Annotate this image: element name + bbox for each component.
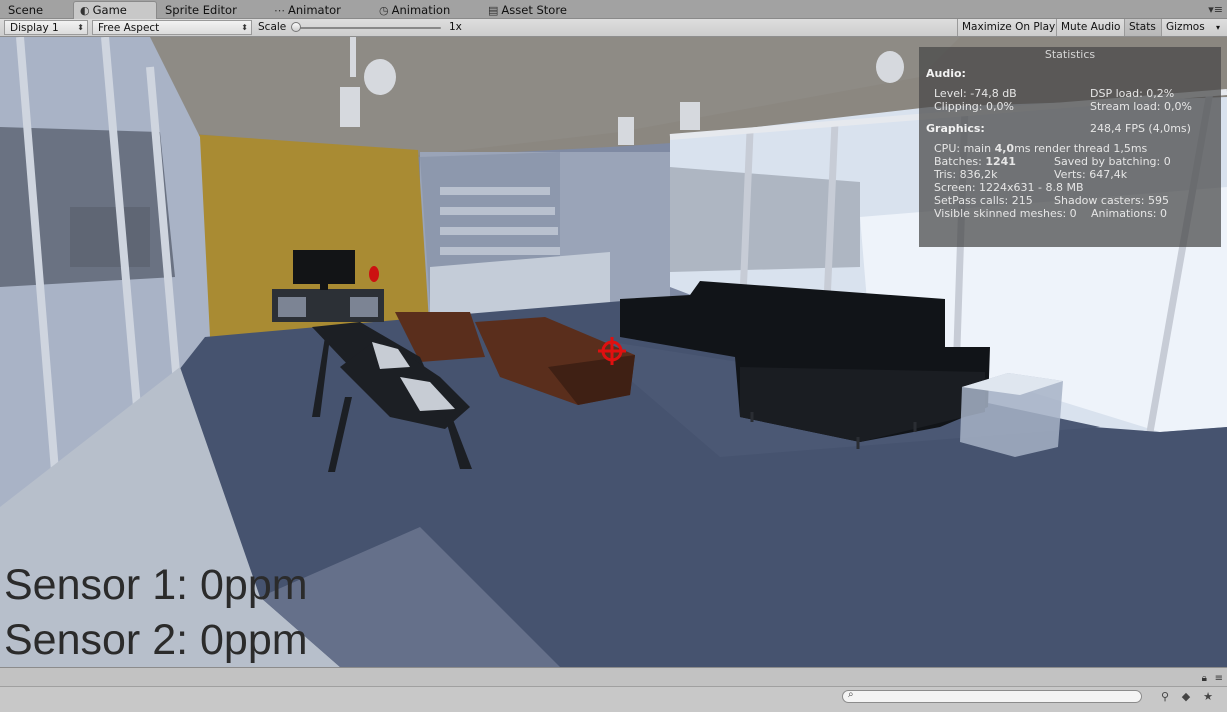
maximize-on-play-button[interactable]: Maximize On Play bbox=[957, 19, 1056, 36]
tab-animator[interactable]: ⋯ Animator bbox=[268, 2, 347, 18]
game-icon: ◐ bbox=[80, 4, 90, 17]
fps-readout: 248,4 FPS (4,0ms) bbox=[1090, 122, 1191, 135]
graphics-header: Graphics: bbox=[926, 122, 985, 135]
statistics-overlay: Statistics Audio: Level: -74,8 dB DSP lo… bbox=[919, 47, 1221, 247]
mute-audio-button[interactable]: Mute Audio bbox=[1056, 19, 1124, 36]
cpu-suffix: ms render thread 1,5ms bbox=[1014, 142, 1148, 155]
tab-animator-label: Animator bbox=[288, 3, 341, 17]
maximize-on-play-label: Maximize On Play bbox=[962, 21, 1056, 33]
editor-tab-bar: Scene ◐ Game Sprite Editor ⋯ Animator ◷ Ani… bbox=[0, 0, 1227, 19]
audio-level: Level: -74,8 dB bbox=[934, 87, 1017, 100]
mute-audio-label: Mute Audio bbox=[1061, 21, 1121, 33]
lock-icon[interactable]: 🔒︎ bbox=[1202, 673, 1207, 684]
gizmos-label: Gizmos bbox=[1166, 21, 1205, 33]
tab-menu-icon[interactable]: ▾≡ bbox=[1208, 3, 1223, 16]
tab-animation-label: Animation bbox=[391, 3, 451, 17]
aspect-dropdown[interactable]: Free Aspect ⬍ bbox=[92, 20, 252, 35]
asset-store-icon: ▤ bbox=[488, 4, 499, 17]
stream-load: Stream load: 0,0% bbox=[1090, 100, 1192, 113]
tab-sprite-editor-label: Sprite Editor bbox=[165, 3, 237, 17]
shadow-casters: Shadow casters: 595 bbox=[1054, 194, 1169, 207]
scale-slider-track[interactable] bbox=[295, 27, 441, 29]
tab-sprite-editor[interactable]: Sprite Editor bbox=[159, 2, 243, 18]
sensor-2-readout: Sensor 2: 0ppm bbox=[4, 616, 308, 664]
animations-count: Animations: 0 bbox=[1091, 207, 1168, 220]
tab-game[interactable]: ◐ Game bbox=[73, 1, 157, 19]
cpu-main-value: 4,0 bbox=[994, 142, 1015, 155]
favorites-star-icon[interactable]: ★ bbox=[1200, 689, 1216, 705]
tab-game-label: Game bbox=[92, 3, 127, 17]
filter-by-type-icon[interactable]: ⚲ bbox=[1157, 689, 1173, 705]
dropdown-arrow-icon: ⬍ bbox=[77, 23, 84, 32]
setpass-calls: SetPass calls: 215 bbox=[934, 194, 1033, 207]
batches-value: 1241 bbox=[985, 155, 1016, 168]
display-dropdown-label: Display 1 bbox=[10, 22, 59, 34]
search-icon: ⌕ bbox=[848, 689, 854, 700]
game-viewport[interactable]: Statistics Audio: Level: -74,8 dB DSP lo… bbox=[0, 37, 1227, 667]
filter-by-label-icon[interactable]: ◆ bbox=[1178, 689, 1194, 705]
aspect-dropdown-label: Free Aspect bbox=[98, 22, 160, 34]
lower-panel-header: 🔒︎ ≡ bbox=[0, 667, 1227, 687]
animator-icon: ⋯ bbox=[274, 4, 285, 17]
stats-button[interactable]: Stats bbox=[1124, 19, 1161, 36]
cpu-prefix: CPU: main bbox=[934, 142, 995, 155]
sensor-1-readout: Sensor 1: 0ppm bbox=[4, 561, 308, 609]
animation-icon: ◷ bbox=[379, 4, 389, 17]
tab-animation[interactable]: ◷ Animation bbox=[373, 2, 456, 18]
game-toolbar: Display 1 ⬍ Free Aspect ⬍ Scale 1x Maximiz… bbox=[0, 19, 1227, 37]
scale-slider-knob[interactable] bbox=[291, 22, 301, 32]
tab-scene[interactable]: Scene bbox=[2, 2, 49, 18]
cpu-line: CPU: main 4,0ms render thread 1,5ms bbox=[934, 142, 1147, 155]
stats-label: Stats bbox=[1129, 21, 1156, 33]
tris-count: Tris: 836,2k bbox=[934, 168, 998, 181]
tab-asset-store[interactable]: ▤ Asset Store bbox=[482, 2, 573, 18]
lower-panel-toolbar: ⌕ ⚲ ◆ ★ bbox=[0, 686, 1227, 712]
gizmos-button[interactable]: Gizmos ▾ bbox=[1161, 19, 1223, 36]
dsp-load: DSP load: 0,2% bbox=[1090, 87, 1175, 100]
visible-skinned-meshes: Visible skinned meshes: 0 bbox=[934, 207, 1077, 220]
audio-clipping: Clipping: 0,0% bbox=[934, 100, 1014, 113]
search-input[interactable]: ⌕ bbox=[842, 689, 1142, 703]
batches-prefix: Batches: bbox=[934, 155, 986, 168]
display-dropdown[interactable]: Display 1 ⬍ bbox=[4, 20, 88, 35]
scale-value: 1x bbox=[449, 21, 462, 33]
tab-asset-store-label: Asset Store bbox=[501, 3, 567, 17]
audio-header: Audio: bbox=[926, 67, 966, 80]
scale-label: Scale bbox=[258, 21, 287, 33]
tab-scene-label: Scene bbox=[8, 3, 44, 17]
verts-count: Verts: 647,4k bbox=[1054, 168, 1128, 181]
screen-info: Screen: 1224x631 - 8.8 MB bbox=[934, 181, 1084, 194]
statistics-title: Statistics bbox=[1044, 48, 1096, 61]
dropdown-arrow-icon: ▾ bbox=[1215, 23, 1220, 32]
batches-line: Batches: 1241 bbox=[934, 155, 1016, 168]
dropdown-arrow-icon: ⬍ bbox=[241, 23, 248, 32]
saved-by-batching: Saved by batching: 0 bbox=[1054, 155, 1171, 168]
panel-menu-icon[interactable]: ≡ bbox=[1215, 673, 1223, 684]
